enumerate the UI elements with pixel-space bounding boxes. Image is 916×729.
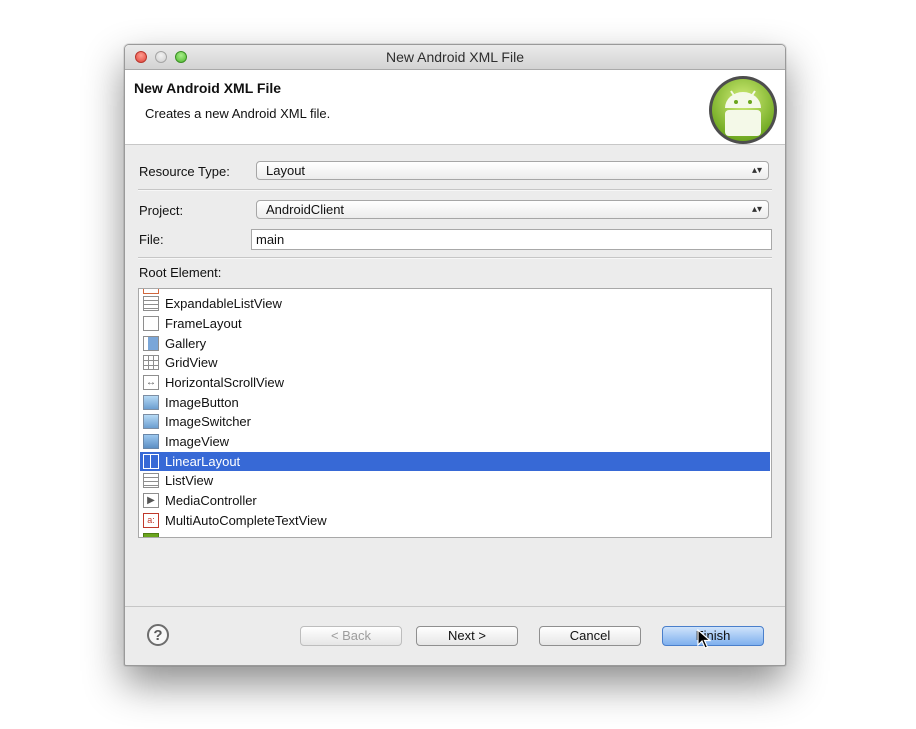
root-element-list[interactable]: ExpandableListView FrameLayout Gallery G… <box>138 288 772 538</box>
separator <box>138 257 772 259</box>
list-item-label: ImageButton <box>165 395 239 410</box>
resource-type-select[interactable]: Layout ▴▾ <box>256 161 769 180</box>
root-element-label: Root Element: <box>139 265 222 280</box>
list-item-expandablelistview[interactable]: ExpandableListView <box>140 294 770 313</box>
help-button[interactable]: ? <box>147 624 169 646</box>
list-item-multiautocompletetextview[interactable]: a: MultiAutoCompleteTextView <box>140 511 770 530</box>
frame-icon <box>143 316 159 331</box>
mouse-cursor-icon <box>697 629 711 649</box>
list-item-imageview[interactable]: ImageView <box>140 432 770 451</box>
hscroll-icon: ↔ <box>143 375 159 390</box>
list-item-imageswitcher[interactable]: ImageSwitcher <box>140 412 770 431</box>
grid-icon <box>143 355 159 370</box>
list-icon <box>143 296 159 311</box>
image-button-icon <box>143 395 159 410</box>
list-item-label: ExpandableListView <box>165 296 282 311</box>
android-logo-icon <box>709 76 777 144</box>
list-item-label: ListView <box>165 473 214 488</box>
wizard-title: New Android XML File <box>134 80 282 96</box>
resource-type-label: Resource Type: <box>139 164 230 179</box>
list-item-label: ImageSwitcher <box>165 414 251 429</box>
back-button[interactable]: < Back <box>300 626 402 646</box>
project-value: AndroidClient <box>266 202 345 217</box>
file-name-field[interactable]: main <box>251 229 772 250</box>
list-item-label: LinearLayout <box>165 454 241 469</box>
resource-type-value: Layout <box>266 163 306 178</box>
file-label: File: <box>139 232 164 247</box>
list-item-horizontalscrollview[interactable]: ↔ HorizontalScrollView <box>140 373 770 392</box>
list-item-label: ImageView <box>165 434 230 449</box>
list-item-imagebutton[interactable]: ImageButton <box>140 393 770 412</box>
new-android-xml-file-dialog: New Android XML File New Android XML Fil… <box>124 44 786 666</box>
list-item-mediacontroller[interactable]: ▶ MediaController <box>140 491 770 510</box>
separator <box>138 189 772 191</box>
list-item-label: GridView <box>165 355 218 370</box>
image-switcher-icon <box>143 414 159 429</box>
list-icon <box>143 473 159 488</box>
title-bar[interactable]: New Android XML File <box>125 45 785 70</box>
image-icon <box>143 434 159 449</box>
media-icon: ▶ <box>143 493 159 508</box>
updown-arrows-icon: ▴▾ <box>751 204 762 215</box>
finish-button[interactable]: Finish <box>662 626 764 646</box>
list-item-label: FrameLayout <box>165 316 242 331</box>
wizard-header: New Android XML File Creates a new Andro… <box>125 70 785 145</box>
list-item-partial <box>140 531 770 537</box>
button-bar-separator <box>125 606 785 607</box>
next-button[interactable]: Next > <box>416 626 518 646</box>
updown-arrows-icon: ▴▾ <box>751 165 762 176</box>
cancel-button[interactable]: Cancel <box>539 626 641 646</box>
progress-icon <box>143 533 159 537</box>
list-item-label: HorizontalScrollView <box>165 375 284 390</box>
list-item-framelayout[interactable]: FrameLayout <box>140 314 770 333</box>
gallery-icon <box>143 336 159 351</box>
list-item-listview[interactable]: ListView <box>140 471 770 490</box>
list-item-gridview[interactable]: GridView <box>140 353 770 372</box>
autocomplete-icon: a: <box>143 513 159 528</box>
list-item-label: MediaController <box>165 493 257 508</box>
list-item-gallery[interactable]: Gallery <box>140 334 770 353</box>
list-item-linearlayout[interactable]: LinearLayout <box>140 452 770 471</box>
list-item-label: Gallery <box>165 336 207 351</box>
list-item-label: MultiAutoCompleteTextView <box>165 513 327 528</box>
window-title: New Android XML File <box>386 49 524 65</box>
linear-layout-icon <box>143 454 159 469</box>
wizard-description: Creates a new Android XML file. <box>145 106 331 121</box>
project-label: Project: <box>139 203 184 218</box>
project-select[interactable]: AndroidClient ▴▾ <box>256 200 769 219</box>
